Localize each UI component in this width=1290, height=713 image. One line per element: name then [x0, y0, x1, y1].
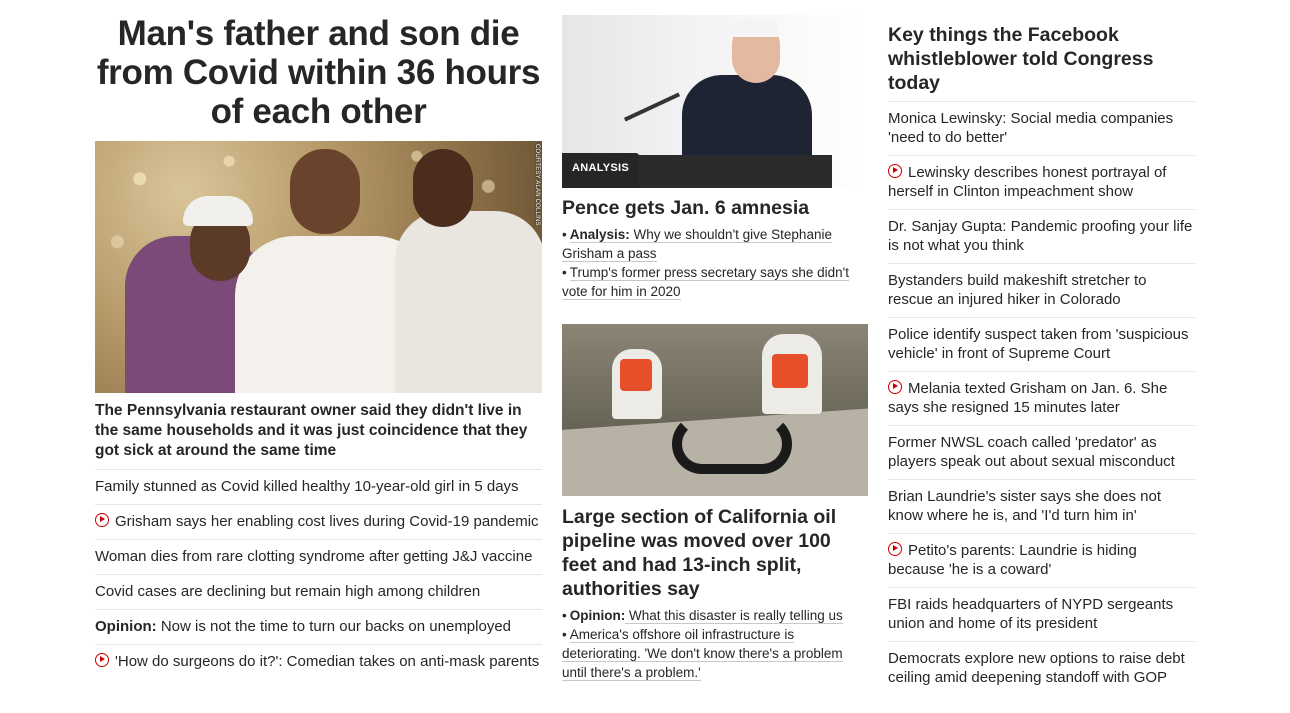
link-text[interactable]: America's offshore oil infrastructure is… — [562, 627, 843, 681]
link-text[interactable]: Now is not the time to turn our backs on… — [157, 618, 511, 635]
play-circle-icon — [888, 542, 902, 556]
photo-oil-boom — [672, 414, 792, 474]
middle-column: ANALYSIS Pence gets Jan. 6 amnesia • Anal… — [562, 0, 868, 682]
list-item[interactable]: • Opinion: What this disaster is really t… — [562, 606, 868, 625]
photo-person-right-head — [413, 149, 473, 227]
link-text[interactable]: Brian Laundrie's sister says she does no… — [888, 488, 1161, 524]
bullet: • — [562, 627, 567, 642]
oil-spill-photo[interactable] — [562, 324, 868, 496]
photo-vest-left — [620, 359, 652, 391]
lead-photo[interactable]: COURTESY ALAN COLLINS — [95, 141, 542, 393]
photo-hair — [732, 19, 780, 37]
lead-story-column: Man's father and son die from Covid with… — [95, 0, 542, 679]
list-item[interactable]: Democrats explore new options to raise d… — [888, 642, 1195, 695]
list-item[interactable]: Melania texted Grisham on Jan. 6. She sa… — [888, 372, 1195, 426]
link-text[interactable]: FBI raids headquarters of NYPD sergeants… — [888, 596, 1173, 632]
play-circle-icon — [95, 513, 109, 527]
photo-microphone — [623, 92, 681, 122]
link-text[interactable]: Police identify suspect taken from 'susp… — [888, 326, 1189, 362]
link-text[interactable]: Trump's former press secretary says she … — [562, 265, 849, 300]
list-item[interactable]: Monica Lewinsky: Social media companies … — [888, 102, 1195, 156]
list-item[interactable]: Brian Laundrie's sister says she does no… — [888, 480, 1195, 534]
link-text[interactable]: Melania texted Grisham on Jan. 6. She sa… — [888, 380, 1167, 416]
opinion-label: Opinion: — [569, 608, 626, 623]
link-text[interactable]: Family stunned as Covid killed healthy 1… — [95, 478, 519, 495]
list-item[interactable]: • America's offshore oil infrastructure i… — [562, 625, 868, 682]
oil-headline[interactable]: Large section of California oil pipeline… — [562, 505, 868, 601]
bullet: • — [562, 608, 567, 623]
link-text[interactable]: Dr. Sanjay Gupta: Pandemic proofing your… — [888, 218, 1192, 254]
right-headline[interactable]: Key things the Facebook whistleblower to… — [888, 23, 1195, 102]
list-item[interactable]: Opinion: Now is not the time to turn our… — [95, 610, 542, 645]
photo-vest-right — [772, 354, 808, 388]
list-item[interactable]: Petito's parents: Laundrie is hiding bec… — [888, 534, 1195, 588]
list-item[interactable]: Former NWSL coach called 'predator' as p… — [888, 426, 1195, 480]
analysis-badge: ANALYSIS — [562, 153, 640, 188]
opinion-label: Opinion: — [95, 618, 157, 635]
link-text[interactable]: Monica Lewinsky: Social media companies … — [888, 110, 1173, 146]
lead-headline[interactable]: Man's father and son die from Covid with… — [95, 14, 542, 131]
pence-related-links: • Analysis: Why we shouldn't give Stephan… — [562, 225, 868, 301]
list-item[interactable]: Grisham says her enabling cost lives dur… — [95, 505, 542, 540]
pence-photo[interactable]: ANALYSIS — [562, 15, 868, 188]
list-item[interactable]: Lewinsky describes honest portrayal of h… — [888, 156, 1195, 210]
photo-person-center-head — [290, 149, 360, 234]
link-text[interactable]: Petito's parents: Laundrie is hiding bec… — [888, 542, 1137, 578]
left-link-list: Family stunned as Covid killed healthy 1… — [95, 470, 542, 679]
list-item[interactable]: Dr. Sanjay Gupta: Pandemic proofing your… — [888, 210, 1195, 264]
lead-description[interactable]: The Pennsylvania restaurant owner said t… — [95, 401, 542, 470]
link-text[interactable]: Lewinsky describes honest portrayal of h… — [888, 164, 1166, 200]
list-item[interactable]: Covid cases are declining but remain hig… — [95, 575, 542, 610]
list-item[interactable]: FBI raids headquarters of NYPD sergeants… — [888, 588, 1195, 642]
photo-podium — [632, 155, 832, 188]
list-item[interactable]: • Trump's former press secretary says she… — [562, 263, 868, 301]
link-text[interactable]: Former NWSL coach called 'predator' as p… — [888, 434, 1175, 470]
link-text[interactable]: What this disaster is really telling us — [625, 608, 843, 624]
oil-related-links: • Opinion: What this disaster is really t… — [562, 606, 868, 682]
analysis-label: Analysis: — [569, 227, 630, 242]
list-item[interactable]: Bystanders build makeshift stretcher to … — [888, 264, 1195, 318]
list-item[interactable]: 'How do surgeons do it?': Comedian takes… — [95, 645, 542, 679]
photo-cap — [183, 196, 253, 226]
link-text[interactable]: 'How do surgeons do it?': Comedian takes… — [115, 653, 539, 670]
play-circle-icon — [888, 380, 902, 394]
link-text[interactable]: Bystanders build makeshift stretcher to … — [888, 272, 1146, 308]
bullet: • — [562, 227, 567, 242]
right-link-list: Monica Lewinsky: Social media companies … — [888, 102, 1195, 695]
right-column: Key things the Facebook whistleblower to… — [888, 0, 1195, 695]
link-text[interactable]: Grisham says her enabling cost lives dur… — [115, 513, 539, 530]
link-text[interactable]: Covid cases are declining but remain hig… — [95, 583, 480, 600]
link-text[interactable]: Woman dies from rare clotting syndrome a… — [95, 548, 532, 565]
bullet: • — [562, 265, 567, 280]
pence-headline[interactable]: Pence gets Jan. 6 amnesia — [562, 196, 868, 220]
photo-credit: COURTESY ALAN COLLINS — [534, 144, 540, 226]
list-item[interactable]: Police identify suspect taken from 'susp… — [888, 318, 1195, 372]
play-circle-icon — [95, 653, 109, 667]
list-item[interactable]: • Analysis: Why we shouldn't give Stephan… — [562, 225, 868, 263]
photo-person-right — [395, 211, 542, 393]
play-circle-icon — [888, 164, 902, 178]
link-text[interactable]: Democrats explore new options to raise d… — [888, 650, 1185, 686]
list-item[interactable]: Woman dies from rare clotting syndrome a… — [95, 540, 542, 575]
list-item[interactable]: Family stunned as Covid killed healthy 1… — [95, 470, 542, 505]
